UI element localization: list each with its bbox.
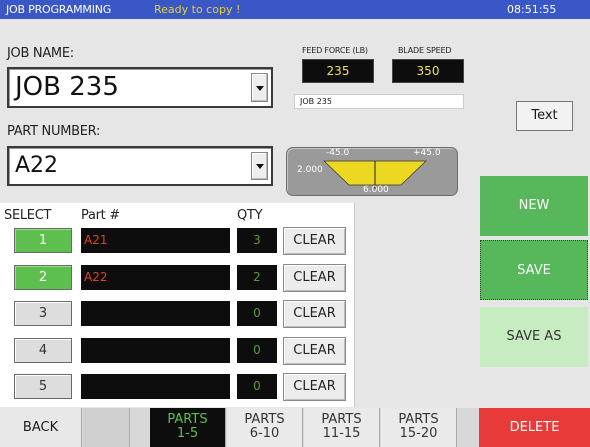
delete-button[interactable]: DELETE <box>479 408 590 447</box>
part-field-2[interactable]: A22 <box>81 265 230 290</box>
qty-field-1[interactable]: 3 <box>237 228 277 253</box>
part-number-label: PART NUMBER: <box>7 124 101 139</box>
parts-15-20-range: 15-20 <box>399 426 438 441</box>
parts-6-10-button[interactable]: PARTS 6-10 <box>227 408 303 447</box>
qty-field-2[interactable]: 2 <box>237 265 277 290</box>
qty-field-4[interactable]: 0 <box>237 338 277 363</box>
parts-1-5-button[interactable]: PARTS 1-5 <box>150 408 226 447</box>
select-button-1[interactable]: 1 <box>14 228 72 253</box>
bottom-length-value: 6.000 <box>363 185 389 195</box>
chevron-down-icon <box>256 85 264 91</box>
clear-button-4[interactable]: CLEAR <box>283 337 346 365</box>
clear-button-1[interactable]: CLEAR <box>283 227 346 255</box>
feed-force-display[interactable]: 235 <box>302 59 374 83</box>
select-button-3[interactable]: 3 <box>14 301 72 326</box>
part-number-value: A22 <box>15 153 59 178</box>
title-bar: JOB PROGRAMMING Ready to copy ! 08:51:55 <box>0 0 590 19</box>
left-angle-value: -45.0 <box>326 148 350 158</box>
select-button-2[interactable]: 2 <box>14 265 72 290</box>
part-column-header: Part # <box>81 208 120 223</box>
qty-field-5[interactable]: 0 <box>237 374 277 399</box>
job-name-label: JOB NAME: <box>7 46 74 61</box>
left-length-value: 2.000 <box>297 165 323 175</box>
parts-11-15-top: PARTS <box>321 412 362 427</box>
save-as-button[interactable]: SAVE AS <box>480 307 588 367</box>
part-field-3[interactable] <box>81 301 230 326</box>
job-name-dropdown[interactable]: JOB 235 <box>7 67 273 108</box>
parts-15-20-top: PARTS <box>398 412 439 427</box>
part-number-dropdown-button[interactable] <box>251 152 268 180</box>
save-button[interactable]: SAVE <box>480 240 588 300</box>
chevron-down-icon <box>256 164 264 169</box>
parts-1-5-top: PARTS <box>167 412 208 427</box>
part-field-1[interactable]: A21 <box>81 228 230 253</box>
part-field-5[interactable] <box>81 374 230 399</box>
job-name-strip: JOB 235 <box>294 94 464 109</box>
job-name-dropdown-button[interactable] <box>251 73 268 102</box>
select-column-header: SELECT <box>4 208 52 223</box>
parts-15-20-button[interactable]: PARTS 15-20 <box>381 408 457 447</box>
part-field-4[interactable] <box>81 338 230 363</box>
parts-table: SELECT Part # QTY 1 A21 3 CLEAR 2 A22 2 … <box>0 203 355 407</box>
parts-1-5-range: 1-5 <box>176 426 199 441</box>
feed-force-label: FEED FORCE (LB) <box>302 46 368 55</box>
blade-speed-label: BLADE SPEED <box>398 46 452 55</box>
qty-column-header: QTY <box>237 208 263 223</box>
clear-button-5[interactable]: CLEAR <box>283 373 346 401</box>
clear-button-3[interactable]: CLEAR <box>283 300 346 328</box>
bottom-spacer <box>83 408 130 447</box>
parts-6-10-range: 6-10 <box>249 426 280 441</box>
qty-field-3[interactable]: 0 <box>237 301 277 326</box>
app-title: JOB PROGRAMMING <box>6 3 112 16</box>
parts-11-15-range: 11-15 <box>322 426 361 441</box>
select-button-4[interactable]: 4 <box>14 338 72 363</box>
clock: 08:51:55 <box>507 3 557 16</box>
new-button[interactable]: NEW <box>480 176 588 236</box>
text-button[interactable]: Text <box>516 101 573 131</box>
job-name-value: JOB 235 <box>15 72 119 102</box>
blade-angle-gauge: -45.0 +45.0 2.000 6.000 <box>286 147 458 196</box>
status-message: Ready to copy ! <box>154 3 241 16</box>
parts-11-15-button[interactable]: PARTS 11-15 <box>304 408 380 447</box>
parts-6-10-top: PARTS <box>244 412 285 427</box>
blade-speed-display[interactable]: 350 <box>392 59 464 83</box>
clear-button-2[interactable]: CLEAR <box>283 264 346 292</box>
bottom-bar: BACK PARTS 1-5 PARTS 6-10 PARTS 11-15 PA… <box>0 408 590 447</box>
part-number-dropdown[interactable]: A22 <box>7 146 273 186</box>
select-button-5[interactable]: 5 <box>14 374 72 399</box>
back-button[interactable]: BACK <box>0 408 82 447</box>
right-angle-value: +45.0 <box>413 148 441 158</box>
